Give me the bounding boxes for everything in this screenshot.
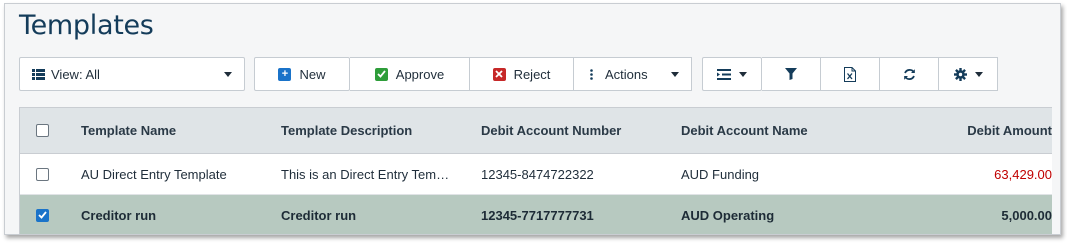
select-all-checkbox[interactable] bbox=[36, 124, 49, 137]
new-button-label: New bbox=[299, 66, 326, 82]
settings-button[interactable] bbox=[939, 57, 998, 91]
template-description-cell: Creditor run bbox=[281, 207, 357, 223]
table-row[interactable]: AU Direct Entry Template This is an Dire… bbox=[20, 154, 1052, 195]
excel-export-icon bbox=[844, 66, 856, 82]
reject-button-label: Reject bbox=[513, 66, 551, 82]
row-checkbox[interactable] bbox=[36, 167, 49, 181]
columns-list-icon bbox=[717, 68, 731, 80]
row-checkbox-checked[interactable] bbox=[36, 208, 49, 222]
column-header-debit-account-number[interactable]: Debit Account Number bbox=[481, 108, 621, 153]
row-select-cell bbox=[36, 195, 49, 234]
list-icon bbox=[32, 68, 45, 80]
debit-account-name-cell: AUD Funding bbox=[681, 166, 760, 182]
table-row-selected[interactable]: Creditor run Creditor run 12345-77177777… bbox=[20, 195, 1052, 234]
chevron-down-icon bbox=[224, 71, 232, 77]
gear-icon bbox=[953, 67, 967, 81]
template-description-cell: This is an Direct Entry Tem… bbox=[281, 166, 450, 182]
checkmark-icon bbox=[38, 211, 47, 219]
debit-amount-cell: 63,429.00 bbox=[994, 166, 1052, 182]
approve-button[interactable]: Approve bbox=[350, 57, 470, 91]
view-select-label: View: All bbox=[51, 66, 100, 82]
actions-dropdown[interactable]: Actions bbox=[574, 57, 692, 91]
row-select-cell bbox=[36, 154, 49, 194]
new-button[interactable]: + New bbox=[254, 57, 350, 91]
actions-dropdown-label: Actions bbox=[605, 66, 648, 82]
column-header-template-description[interactable]: Template Description bbox=[281, 108, 412, 153]
reject-button[interactable]: Reject bbox=[470, 57, 574, 91]
x-square-icon bbox=[492, 67, 506, 81]
debit-account-number-cell: 12345-8474722322 bbox=[481, 166, 594, 182]
column-header-template-name[interactable]: Template Name bbox=[81, 108, 176, 153]
select-all-cell bbox=[36, 108, 49, 153]
export-excel-button[interactable] bbox=[821, 57, 880, 91]
filter-icon bbox=[785, 68, 797, 80]
approve-button-label: Approve bbox=[395, 66, 445, 82]
refresh-button[interactable] bbox=[880, 57, 939, 91]
filter-button[interactable] bbox=[762, 57, 821, 91]
column-header-debit-account-name[interactable]: Debit Account Name bbox=[681, 108, 808, 153]
chevron-down-icon bbox=[974, 71, 983, 77]
chevron-down-icon bbox=[671, 71, 679, 77]
template-name-cell: Creditor run bbox=[81, 207, 157, 223]
debit-account-name-cell: AUD Operating bbox=[681, 207, 775, 223]
view-select[interactable]: View: All bbox=[19, 57, 245, 91]
refresh-icon bbox=[903, 68, 916, 81]
chevron-down-icon bbox=[739, 71, 747, 77]
debit-amount-cell: 5,000.00 bbox=[1001, 207, 1052, 223]
template-name-cell: AU Direct Entry Template bbox=[81, 166, 227, 182]
columns-button[interactable] bbox=[702, 57, 762, 91]
table-header: Template Name Template Description Debit… bbox=[20, 108, 1052, 154]
debit-account-number-cell: 12345-7717777731 bbox=[481, 207, 594, 223]
page-title: Templates bbox=[19, 10, 154, 41]
column-header-debit-amount[interactable]: Debit Amount bbox=[967, 108, 1052, 153]
templates-panel: Templates View: All + New Approve Reject… bbox=[4, 3, 1061, 235]
vertical-ellipsis-icon bbox=[590, 68, 593, 80]
plus-square-icon: + bbox=[278, 67, 292, 81]
check-square-icon bbox=[374, 67, 388, 81]
templates-table: Template Name Template Description Debit… bbox=[19, 107, 1052, 234]
